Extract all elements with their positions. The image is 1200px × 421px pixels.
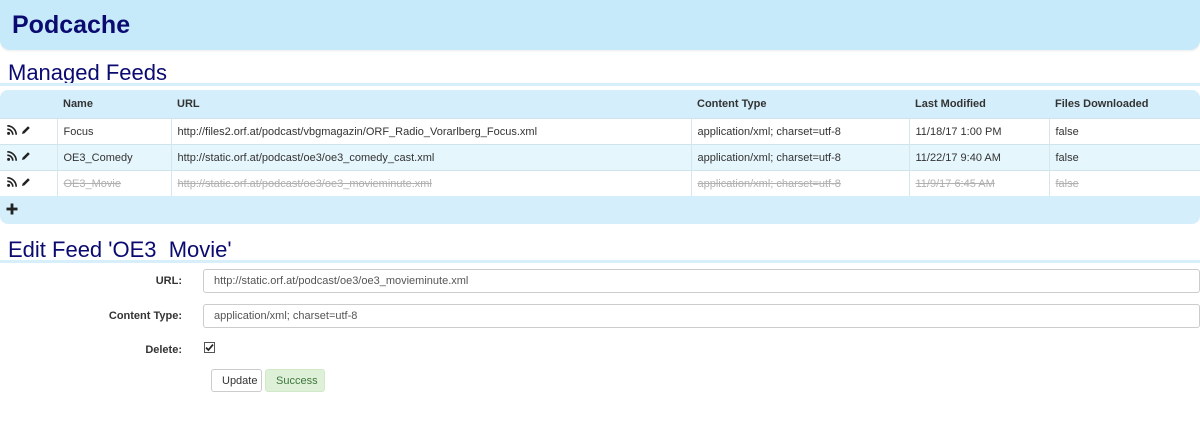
pencil-icon[interactable] bbox=[21, 151, 31, 161]
cell-name: OE3_Movie bbox=[56, 170, 171, 196]
column-header-actions bbox=[0, 90, 57, 119]
table-row-deleted[interactable]: OE3_Movie http://static.orf.at/podcast/o… bbox=[0, 170, 1200, 196]
cell-last-modified: 11/9/17 6:45 AM bbox=[908, 170, 1049, 196]
row-actions bbox=[0, 144, 57, 171]
url-input[interactable] bbox=[203, 269, 1200, 293]
url-label: URL: bbox=[155, 275, 182, 287]
column-header-last-modified: Last Modified bbox=[915, 98, 986, 110]
app-title: Podcache bbox=[12, 11, 131, 39]
plus-icon[interactable] bbox=[6, 203, 20, 217]
row-actions bbox=[0, 118, 57, 145]
cell-content-type: application/xml; charset=utf-8 bbox=[690, 144, 909, 171]
section-divider bbox=[0, 83, 1200, 86]
cell-url: http://files2.orf.at/podcast/vbgmagazin/… bbox=[170, 118, 691, 145]
cell-last-modified: 11/18/17 1:00 PM bbox=[908, 118, 1049, 145]
column-header-files-downloaded: Files Downloaded bbox=[1055, 98, 1149, 110]
pencil-icon[interactable] bbox=[21, 125, 31, 135]
update-button[interactable]: Update bbox=[211, 369, 262, 392]
section-divider bbox=[0, 260, 1200, 263]
delete-checkbox[interactable] bbox=[204, 342, 215, 353]
column-header-name: Name bbox=[63, 98, 93, 110]
table-row[interactable]: OE3_Comedy http://static.orf.at/podcast/… bbox=[0, 144, 1200, 171]
success-status-button[interactable]: Success bbox=[265, 369, 325, 392]
cell-content-type: application/xml; charset=utf-8 bbox=[690, 118, 909, 145]
delete-label: Delete: bbox=[145, 344, 182, 356]
content-type-label: Content Type: bbox=[108, 310, 182, 322]
content-type-input[interactable] bbox=[203, 304, 1200, 328]
cell-last-modified: 11/22/17 9:40 AM bbox=[908, 144, 1049, 171]
feeds-table: Name URL Content Type Last Modified File… bbox=[0, 90, 1200, 196]
app-header: Podcache bbox=[0, 0, 1200, 50]
table-row[interactable]: Focus http://files2.orf.at/podcast/vbgma… bbox=[0, 118, 1200, 145]
cell-name: OE3_Comedy bbox=[56, 144, 171, 171]
table-header-row: Name URL Content Type Last Modified File… bbox=[0, 90, 1200, 119]
cell-name: Focus bbox=[56, 118, 171, 145]
rss-icon[interactable] bbox=[7, 151, 17, 161]
pencil-icon[interactable] bbox=[21, 177, 31, 187]
rss-icon[interactable] bbox=[7, 125, 17, 135]
row-actions bbox=[0, 170, 57, 196]
cell-files-downloaded: false bbox=[1048, 144, 1200, 171]
cell-files-downloaded: false bbox=[1048, 170, 1200, 196]
cell-url: http://static.orf.at/podcast/oe3/oe3_mov… bbox=[170, 170, 691, 196]
rss-icon[interactable] bbox=[7, 177, 17, 187]
column-header-url: URL bbox=[177, 98, 200, 110]
cell-content-type: application/xml; charset=utf-8 bbox=[690, 170, 909, 196]
cell-files-downloaded: false bbox=[1048, 118, 1200, 145]
column-header-content-type: Content Type bbox=[697, 98, 767, 110]
cell-url: http://static.orf.at/podcast/oe3/oe3_com… bbox=[170, 144, 691, 171]
